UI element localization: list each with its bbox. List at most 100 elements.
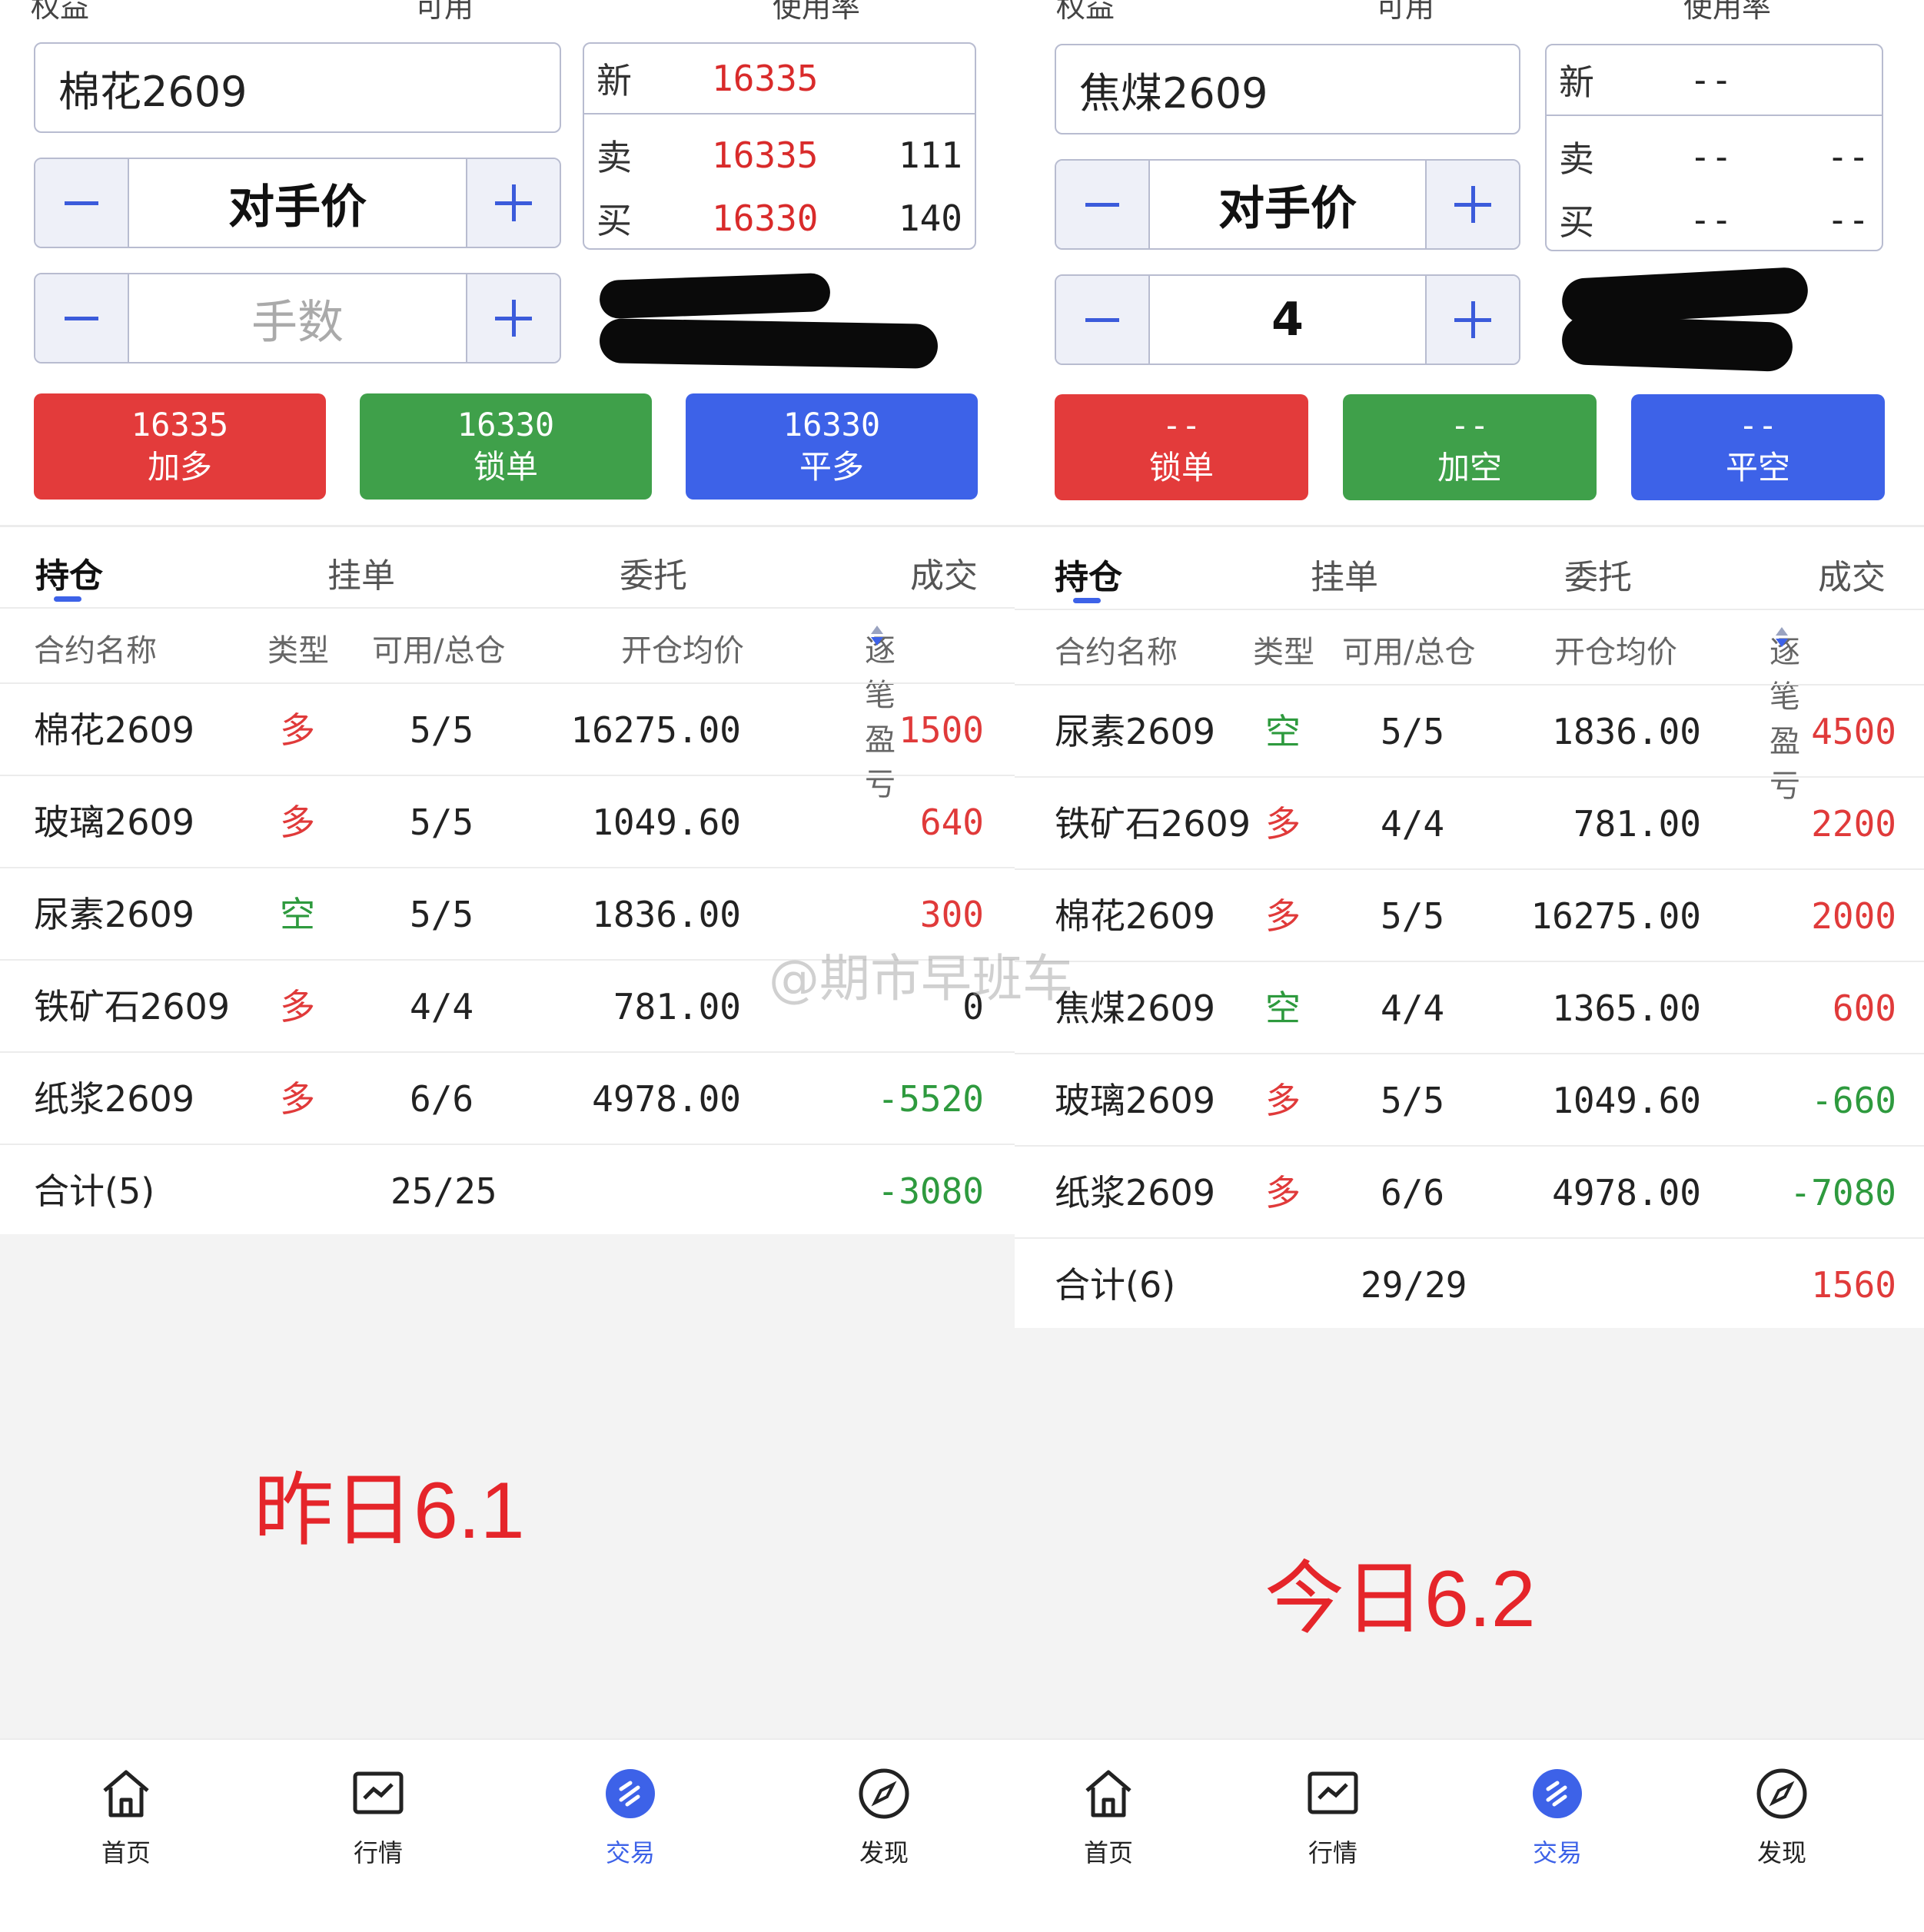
chart-icon xyxy=(347,1763,409,1824)
position-qty: 6/6 xyxy=(410,1078,474,1120)
quantity-input[interactable]: 4 xyxy=(1150,276,1425,363)
position-qty: 5/5 xyxy=(1381,1080,1445,1121)
quote-new-label: 新 xyxy=(1559,61,1594,103)
table-row[interactable]: 铁矿石2609 多 4/4 781.00 2200 xyxy=(1015,776,1924,870)
tab-positions[interactable]: 持仓 xyxy=(1055,549,1122,599)
top-cut-usage: 使用率 xyxy=(1683,0,1772,24)
button-price: 16330 xyxy=(783,406,881,444)
tab-orders[interactable]: 委托 xyxy=(1564,549,1632,599)
pnl: 2000 xyxy=(1811,895,1896,937)
bottom-nav: 首页 行情 交易 发现 xyxy=(0,1738,1015,1932)
chart-icon xyxy=(1302,1763,1364,1824)
position-qty: 5/5 xyxy=(1381,711,1445,752)
nav-label: 交易 xyxy=(1532,1838,1582,1867)
position-type: 多 xyxy=(280,802,315,843)
button-label: 锁单 xyxy=(1148,449,1214,486)
nav-trade[interactable]: 交易 xyxy=(569,1763,692,1869)
tab-trades[interactable]: 成交 xyxy=(1818,549,1886,599)
nav-home[interactable]: 首页 xyxy=(65,1763,188,1869)
tab-pending[interactable]: 挂单 xyxy=(1311,549,1378,599)
pnl: 600 xyxy=(1832,988,1896,1029)
avg-price: 16275.00 xyxy=(1530,895,1701,937)
position-qty: 5/5 xyxy=(410,802,474,843)
price-increase-button[interactable] xyxy=(1425,161,1519,248)
date-annotation: 昨日6.1 xyxy=(254,1466,525,1555)
qty-decrease-button[interactable] xyxy=(35,274,129,362)
table-row[interactable]: 棉花2609 多 5/5 16275.00 1500 xyxy=(0,682,1015,776)
table-row[interactable]: 玻璃2609 多 5/5 1049.60 -660 xyxy=(1015,1053,1924,1147)
contract-input[interactable]: 焦煤2609 xyxy=(1055,44,1520,134)
nav-discover[interactable]: 发现 xyxy=(1720,1763,1843,1869)
lock-button[interactable]: -- 锁单 xyxy=(1055,394,1308,500)
contract-input[interactable]: 棉花2609 xyxy=(34,42,561,133)
total-pnl: 1560 xyxy=(1811,1264,1896,1306)
contract-name: 玻璃2609 xyxy=(34,802,195,843)
position-type: 多 xyxy=(1265,895,1301,937)
tab-orders[interactable]: 委托 xyxy=(620,548,687,597)
qty-increase-button[interactable] xyxy=(1425,276,1519,363)
pnl: 640 xyxy=(919,802,984,843)
pnl: 2200 xyxy=(1811,803,1896,845)
open-short-button[interactable]: -- 加空 xyxy=(1343,394,1597,500)
quote-sell-volume: 111 xyxy=(898,134,962,176)
header-position: 可用/总仓 xyxy=(1342,635,1476,670)
nav-discover[interactable]: 发现 xyxy=(822,1763,945,1869)
table-row[interactable]: 棉花2609 多 5/5 16275.00 2000 xyxy=(1015,868,1924,962)
tab-trades[interactable]: 成交 xyxy=(910,548,978,597)
open-long-button[interactable]: 16335 加多 xyxy=(34,393,326,500)
quote-box: 新 16335 卖 16335 111 买 16330 140 xyxy=(583,42,976,250)
price-type-value[interactable]: 对手价 xyxy=(129,159,466,247)
nav-market[interactable]: 行情 xyxy=(317,1763,440,1869)
right-screenshot-panel: 权益 可用 使用率 焦煤2609 对手价 4 新 -- 卖 -- -- 买 --… xyxy=(1015,0,1924,1932)
table-row[interactable]: 玻璃2609 多 5/5 1049.60 640 xyxy=(0,775,1015,868)
button-label: 平空 xyxy=(1725,449,1790,486)
qty-decrease-button[interactable] xyxy=(1056,276,1150,363)
nav-home[interactable]: 首页 xyxy=(1047,1763,1170,1869)
button-label: 加空 xyxy=(1437,449,1502,486)
contract-name: 铁矿石2609 xyxy=(34,986,231,1027)
nav-market[interactable]: 行情 xyxy=(1271,1763,1394,1869)
close-short-button[interactable]: -- 平空 xyxy=(1631,394,1885,500)
header-type: 类型 xyxy=(267,633,329,669)
price-increase-button[interactable] xyxy=(466,159,560,247)
quantity-input[interactable]: 手数 xyxy=(129,274,466,362)
total-label: 合计(5) xyxy=(34,1170,155,1212)
price-decrease-button[interactable] xyxy=(35,159,129,247)
position-type: 多 xyxy=(280,1078,315,1120)
nav-label: 首页 xyxy=(101,1838,151,1867)
quote-buy-price: 16330 xyxy=(712,198,819,239)
quote-sell-label: 卖 xyxy=(1559,138,1594,180)
table-row[interactable]: 纸浆2609 多 6/6 4978.00 -7080 xyxy=(1015,1145,1924,1239)
active-tab-indicator xyxy=(1073,598,1101,603)
close-long-button[interactable]: 16330 平多 xyxy=(686,393,978,500)
total-label: 合计(6) xyxy=(1055,1264,1176,1306)
contract-name: 铁矿石2609 xyxy=(1055,803,1251,845)
table-row[interactable]: 纸浆2609 多 6/6 4978.00 -5520 xyxy=(0,1051,1015,1145)
button-price: -- xyxy=(1161,407,1201,445)
lock-button[interactable]: 16330 锁单 xyxy=(360,393,652,500)
table-row[interactable]: 尿素2609 空 5/5 1836.00 4500 xyxy=(1015,684,1924,778)
minus-icon xyxy=(65,316,98,320)
date-annotation: 今日6.2 xyxy=(1264,1555,1536,1644)
button-label: 加多 xyxy=(147,448,212,486)
tab-positions[interactable]: 持仓 xyxy=(35,548,103,597)
contract-name: 尿素2609 xyxy=(34,894,195,935)
price-stepper: 对手价 xyxy=(1055,159,1520,250)
total-position: 25/25 xyxy=(390,1170,497,1212)
price-type-value[interactable]: 对手价 xyxy=(1150,161,1425,248)
tab-pending[interactable]: 挂单 xyxy=(327,548,395,597)
pnl: -660 xyxy=(1811,1080,1896,1121)
price-decrease-button[interactable] xyxy=(1056,161,1150,248)
nav-label: 行情 xyxy=(1308,1838,1357,1867)
positions-table: 持仓 挂单 委托 成交 合约名称 类型 可用/总仓 开仓均价 逐笔盈亏 棉花26… xyxy=(0,529,1015,1234)
table-row[interactable]: 焦煤2609 空 4/4 1365.00 600 xyxy=(1015,961,1924,1054)
total-row: 合计(5) 25/25 -3080 xyxy=(0,1144,1015,1237)
nav-trade[interactable]: 交易 xyxy=(1496,1763,1619,1869)
button-price: 16335 xyxy=(131,406,229,444)
order-entry-area: 权益 可用 使用率 棉花2609 对手价 手数 新 16335 卖 16335 … xyxy=(0,0,1015,529)
header-position: 可用/总仓 xyxy=(372,633,506,669)
plus-icon xyxy=(1454,186,1491,223)
qty-increase-button[interactable] xyxy=(466,274,560,362)
home-icon xyxy=(95,1763,157,1824)
position-qty: 4/4 xyxy=(410,986,474,1027)
